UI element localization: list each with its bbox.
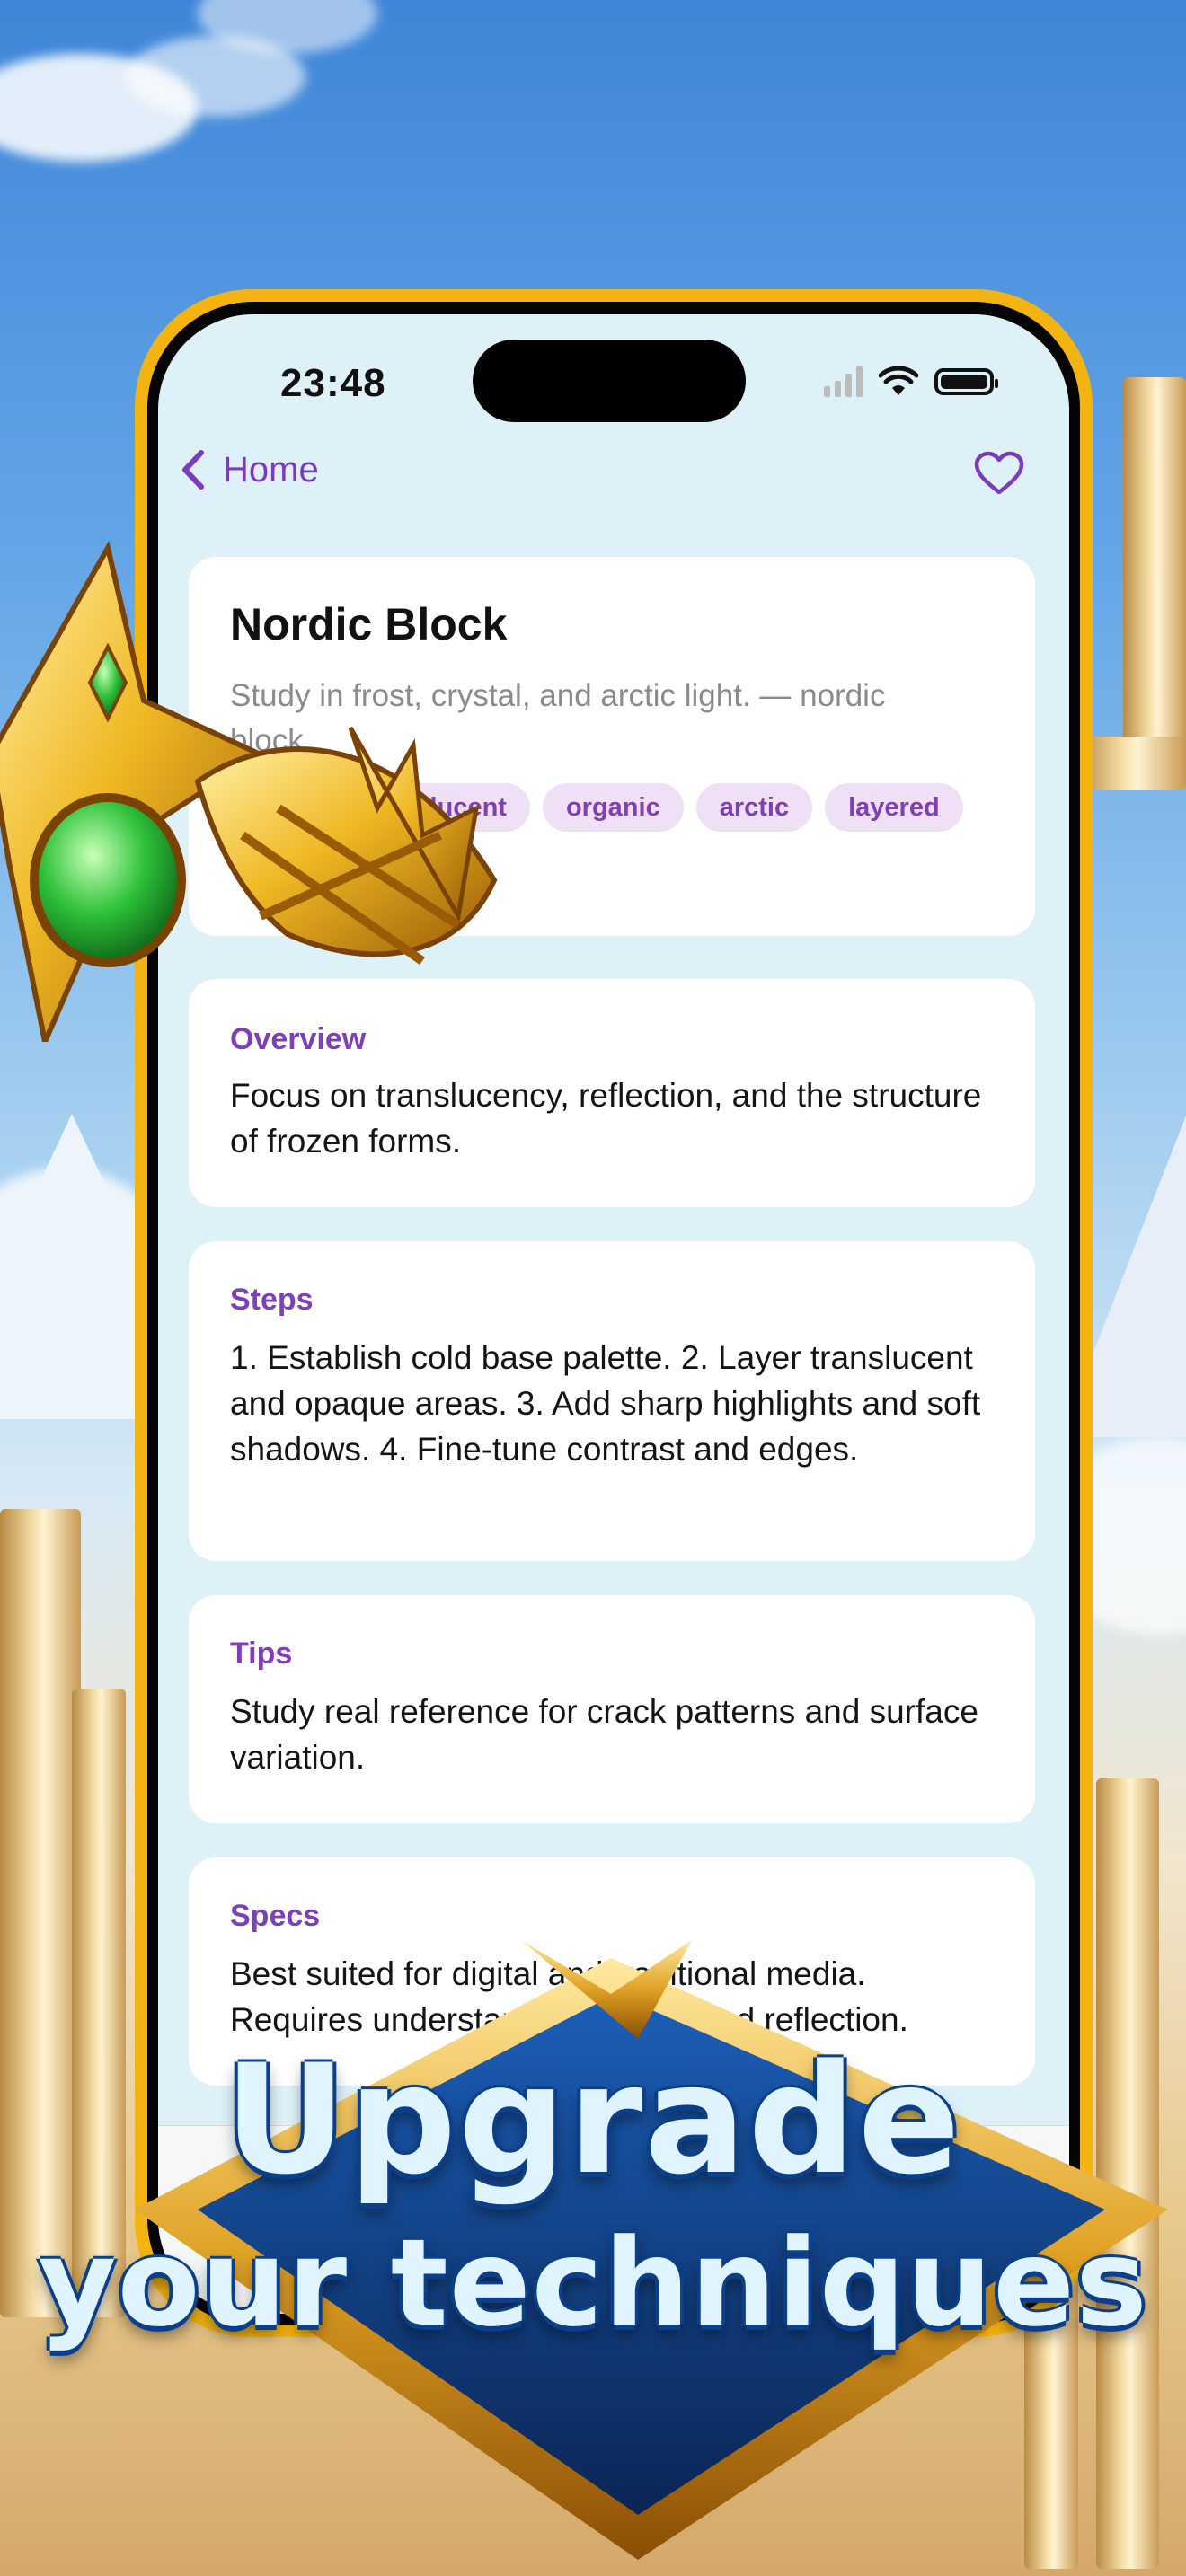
tips-card: Tips Study real reference for crack patt… [189,1595,1035,1823]
heart-icon[interactable] [974,451,1024,496]
section-body: 1. Establish cold base palette. 2. Layer… [230,1339,981,1468]
tag-chip[interactable]: arctic [695,783,813,832]
section-title: Tips [230,1636,293,1671]
back-button-label: Home [223,449,319,490]
signal-icon [824,366,863,397]
chevron-left-icon [182,450,204,490]
status-time: 23:48 [280,361,386,405]
banner-title-line-1: Upgrade [224,2032,962,2208]
crown-decoration [0,540,498,1042]
section-title: Steps [230,1283,314,1317]
banner-title-line-2: your techniques [38,2213,1148,2353]
tag-chip[interactable]: organic [542,783,684,832]
section-body: Study real reference for crack patterns … [230,1693,978,1776]
section-body: Focus on translucency, reflection, and t… [230,1077,982,1160]
status-icons [824,366,998,397]
tag-chip[interactable]: layered [825,783,963,832]
back-button[interactable]: Home [180,449,319,490]
battery-icon [934,368,998,395]
dynamic-island [473,340,746,422]
wifi-icon [879,366,918,395]
steps-card: Steps 1. Establish cold base palette. 2.… [189,1241,1035,1561]
section-title: Specs [230,1899,321,1933]
